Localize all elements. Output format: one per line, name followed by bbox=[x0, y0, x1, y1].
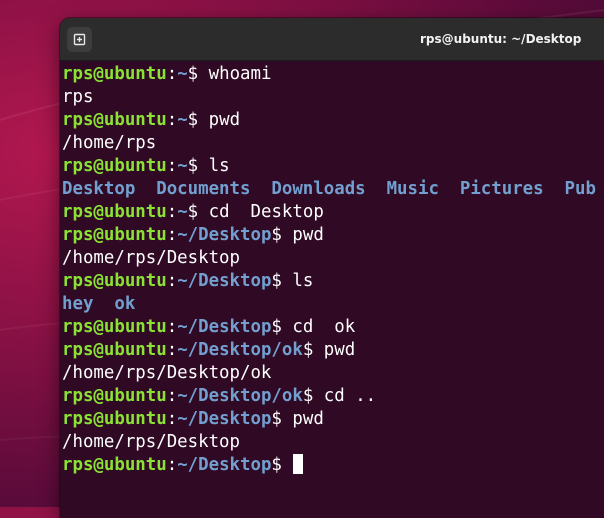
text-cursor bbox=[293, 454, 304, 474]
directory-listing: hey ok bbox=[62, 293, 604, 316]
prompt-symbol: $ bbox=[302, 340, 314, 360]
prompt-separator: : bbox=[166, 110, 178, 130]
command-text: pwd bbox=[198, 110, 241, 130]
prompt-user: rps@ubuntu bbox=[62, 386, 167, 406]
command-text bbox=[282, 455, 292, 475]
window-title: rps@ubuntu: ~/Desktop bbox=[420, 32, 582, 46]
terminal-output[interactable]: rps@ubuntu:~$ whoami rps rps@ubuntu:~$ pwd… bbox=[60, 61, 604, 518]
prompt-line: rps@ubuntu:~/Desktop/ok$ pwd bbox=[62, 339, 604, 362]
prompt-separator: : bbox=[166, 64, 178, 84]
prompt-path: ~ bbox=[177, 110, 188, 130]
command-text: whoami bbox=[198, 64, 272, 84]
prompt-line: rps@ubuntu:~$ ls bbox=[62, 155, 604, 178]
command-text: cd Desktop bbox=[198, 202, 324, 222]
prompt-separator: : bbox=[166, 455, 178, 475]
prompt-line: rps@ubuntu:~/Desktop$ ls bbox=[62, 270, 604, 293]
prompt-separator: : bbox=[166, 340, 178, 360]
prompt-separator: : bbox=[166, 156, 178, 176]
prompt-user: rps@ubuntu bbox=[62, 340, 167, 360]
prompt-line: rps@ubuntu:~/Desktop$ cd ok bbox=[62, 316, 604, 339]
prompt-user: rps@ubuntu bbox=[62, 317, 167, 337]
prompt-symbol: $ bbox=[271, 455, 282, 475]
prompt-line: rps@ubuntu:~/Desktop$ pwd bbox=[62, 224, 604, 247]
output-line: /home/rps/Desktop bbox=[62, 248, 240, 268]
prompt-line: rps@ubuntu:~/Desktop/ok$ cd .. bbox=[62, 385, 604, 408]
command-text: pwd bbox=[313, 340, 356, 360]
command-text: ls bbox=[281, 271, 314, 291]
prompt-path: ~/Desktop/ok bbox=[177, 386, 303, 406]
prompt-symbol: $ bbox=[187, 156, 199, 176]
prompt-symbol: $ bbox=[271, 409, 282, 429]
command-text: pwd bbox=[281, 409, 324, 429]
prompt-symbol: $ bbox=[271, 271, 282, 291]
prompt-user: rps@ubuntu bbox=[62, 156, 167, 176]
prompt-path: ~ bbox=[177, 156, 188, 176]
output-line: /home/rps/Desktop bbox=[62, 432, 240, 452]
prompt-path: ~ bbox=[177, 202, 188, 222]
command-text: cd .. bbox=[313, 386, 377, 406]
directory-names: Desktop Documents Downloads Music Pictur… bbox=[62, 179, 596, 199]
prompt-symbol: $ bbox=[271, 317, 282, 337]
prompt-symbol: $ bbox=[187, 202, 199, 222]
titlebar[interactable]: rps@ubuntu: ~/Desktop bbox=[60, 18, 604, 61]
prompt-user: rps@ubuntu bbox=[62, 64, 167, 84]
prompt-symbol: $ bbox=[271, 225, 282, 245]
prompt-separator: : bbox=[166, 409, 178, 429]
prompt-line: rps@ubuntu:~/Desktop$ bbox=[62, 454, 604, 477]
directory-listing: Desktop Documents Downloads Music Pictur… bbox=[62, 178, 604, 201]
output-line: rps bbox=[62, 87, 94, 107]
directory-names: hey ok bbox=[62, 294, 136, 314]
new-tab-icon bbox=[73, 33, 86, 46]
prompt-symbol: $ bbox=[187, 64, 199, 84]
new-tab-button[interactable] bbox=[67, 27, 92, 52]
prompt-line: rps@ubuntu:~/Desktop$ pwd bbox=[62, 408, 604, 431]
prompt-line: rps@ubuntu:~$ whoami bbox=[62, 63, 604, 86]
prompt-separator: : bbox=[166, 271, 178, 291]
prompt-path: ~/Desktop/ok bbox=[177, 340, 303, 360]
prompt-path: ~ bbox=[177, 64, 188, 84]
prompt-user: rps@ubuntu bbox=[62, 110, 167, 130]
command-text: cd ok bbox=[281, 317, 356, 337]
prompt-separator: : bbox=[166, 317, 178, 337]
command-text: pwd bbox=[281, 225, 324, 245]
prompt-user: rps@ubuntu bbox=[62, 225, 167, 245]
prompt-user: rps@ubuntu bbox=[62, 455, 167, 475]
prompt-symbol: $ bbox=[187, 110, 199, 130]
prompt-path: ~/Desktop bbox=[177, 225, 272, 245]
prompt-user: rps@ubuntu bbox=[62, 202, 167, 222]
prompt-line: rps@ubuntu:~$ pwd bbox=[62, 109, 604, 132]
output-line: /home/rps/Desktop/ok bbox=[62, 363, 272, 383]
prompt-user: rps@ubuntu bbox=[62, 271, 167, 291]
prompt-symbol: $ bbox=[302, 386, 314, 406]
prompt-separator: : bbox=[166, 386, 178, 406]
terminal-window: rps@ubuntu: ~/Desktop rps@ubuntu:~$ whoa… bbox=[60, 18, 604, 518]
prompt-path: ~/Desktop bbox=[177, 455, 272, 475]
prompt-user: rps@ubuntu bbox=[62, 409, 167, 429]
prompt-line: rps@ubuntu:~$ cd Desktop bbox=[62, 201, 604, 224]
prompt-path: ~/Desktop bbox=[177, 317, 272, 337]
prompt-path: ~/Desktop bbox=[177, 271, 272, 291]
command-text: ls bbox=[198, 156, 230, 176]
prompt-separator: : bbox=[166, 225, 178, 245]
prompt-separator: : bbox=[166, 202, 178, 222]
prompt-path: ~/Desktop bbox=[177, 409, 272, 429]
output-line: /home/rps bbox=[62, 133, 157, 153]
